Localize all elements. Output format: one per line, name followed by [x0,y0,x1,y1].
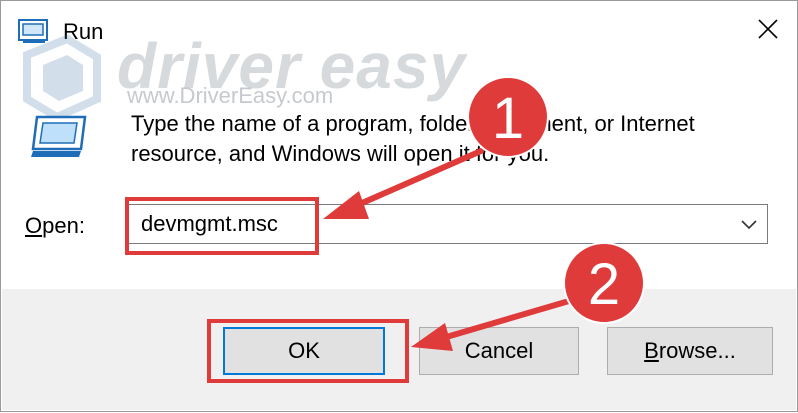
chevron-down-icon[interactable] [739,215,759,233]
open-label-text: pen: [42,213,85,238]
run-dialog: Run driver easy www.DriverEasy.com Type … [0,0,798,412]
run-large-icon [31,115,87,157]
window-title: Run [63,19,104,44]
watermark-brand: driver easy [117,30,467,102]
ok-button[interactable]: OK [223,327,385,375]
open-label: Open: [25,213,85,239]
open-combobox[interactable] [128,204,768,244]
close-button[interactable] [743,7,793,51]
browse-label: rowse... [658,338,736,363]
watermark-url: www.DriverEasy.com [127,83,334,108]
browse-button[interactable]: Browse... [607,327,773,375]
open-label-accelerator: O [25,213,43,238]
close-icon [758,19,778,39]
cancel-button[interactable]: Cancel [419,327,579,375]
driver-easy-logo [23,35,101,121]
dialog-description: Type the name of a program, folder, docu… [131,111,695,166]
browse-accelerator: B [644,338,659,363]
run-app-icon [18,19,48,43]
open-input[interactable] [141,211,701,237]
